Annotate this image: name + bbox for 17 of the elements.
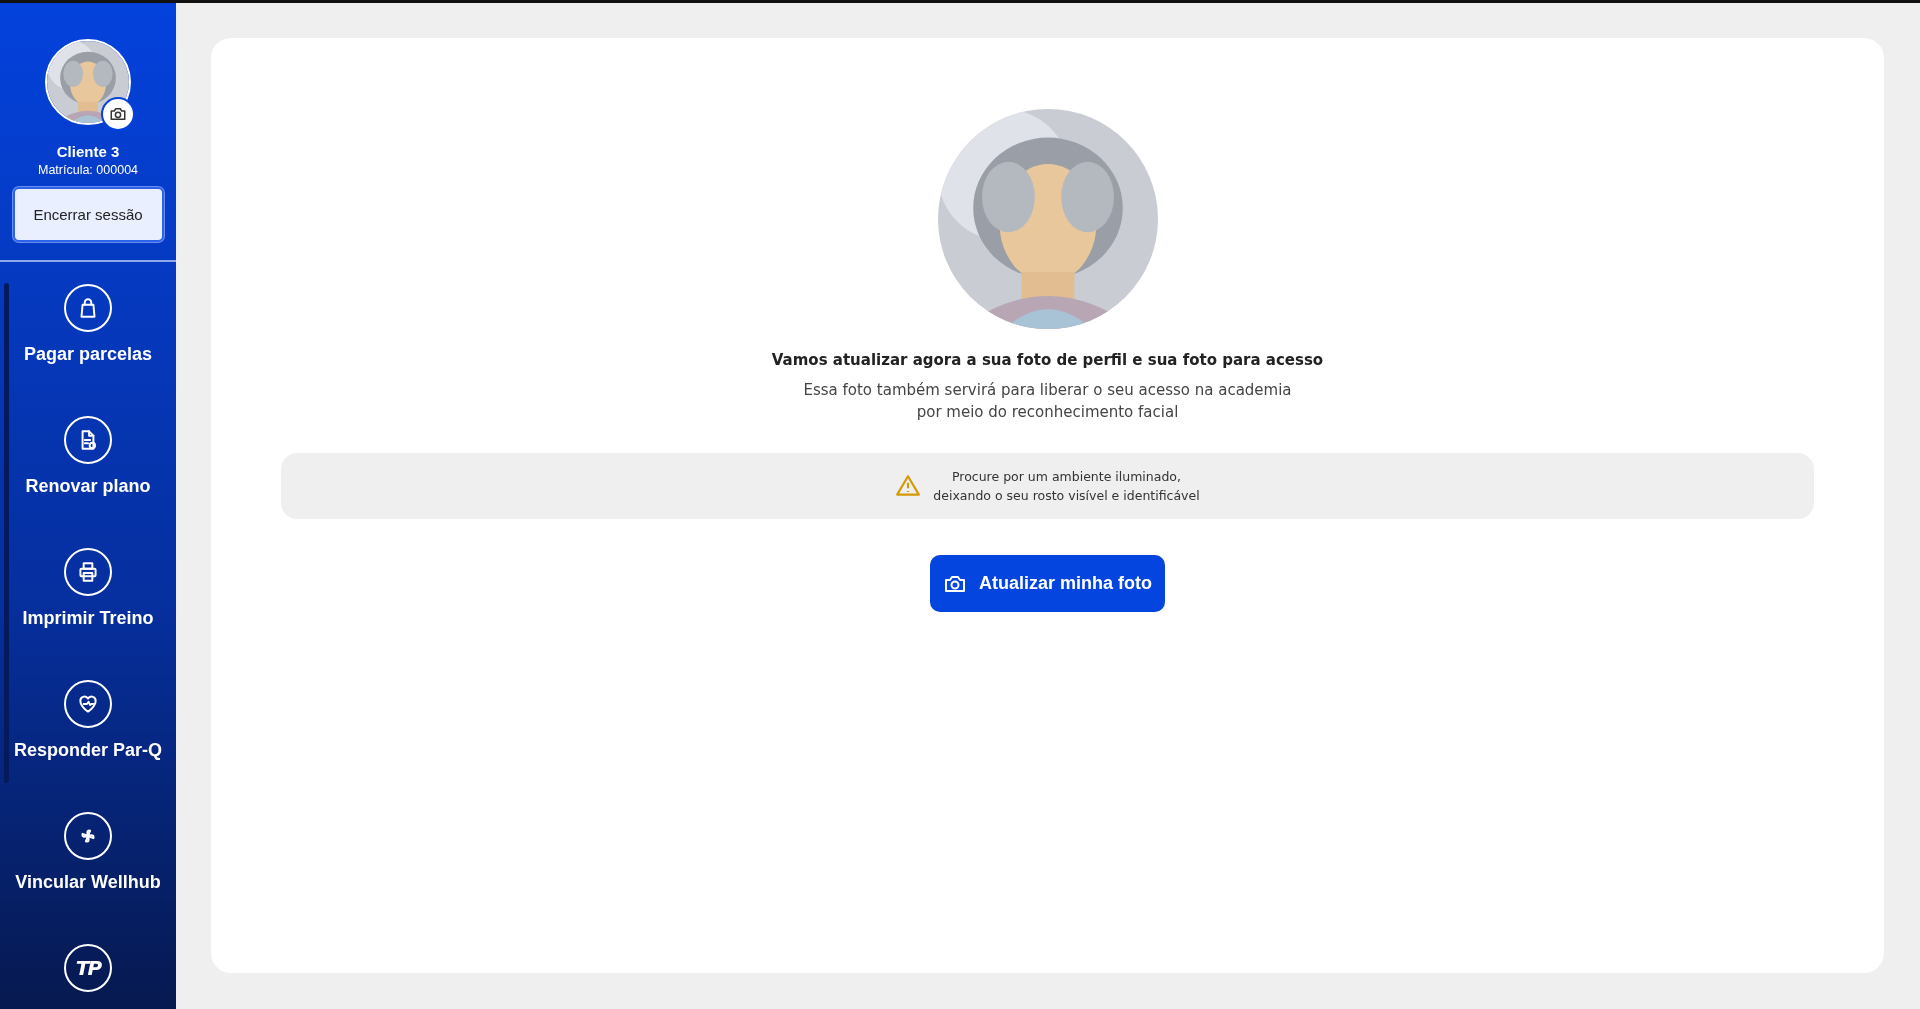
menu-item[interactable]: Pagar parcelas [13,342,163,367]
logo-button[interactable]: TP [64,944,112,992]
tip-text: Procure por um ambiente iluminado, deixando o seu rosto visível e identificável [933,468,1200,505]
menu-item[interactable]: Renovar plano [13,474,163,499]
registration-number: Matrícula: 000004 [37,163,139,177]
menu-item[interactable]: Vincular Wellhub [13,870,163,895]
warning-icon [895,473,922,499]
camera-icon [109,105,127,123]
menu-item[interactable]: Imprimir Treino [13,606,163,631]
description: Essa foto também servirá para liberar o seu acesso na academia por meio do reconhecimento facial [803,380,1292,423]
update-photo-button[interactable]: Atualizar minha foto [930,555,1165,612]
heading: Vamos atualizar agora a sua foto de perfil e sua foto para acesso [771,351,1324,369]
menu-item[interactable]: Responder Par-Q [13,738,163,763]
user-name: Cliente 3 [56,143,120,160]
scrollbar[interactable] [4,283,9,783]
logout-button[interactable]: Encerrar sessão [12,187,164,242]
camera-button[interactable] [101,97,135,131]
